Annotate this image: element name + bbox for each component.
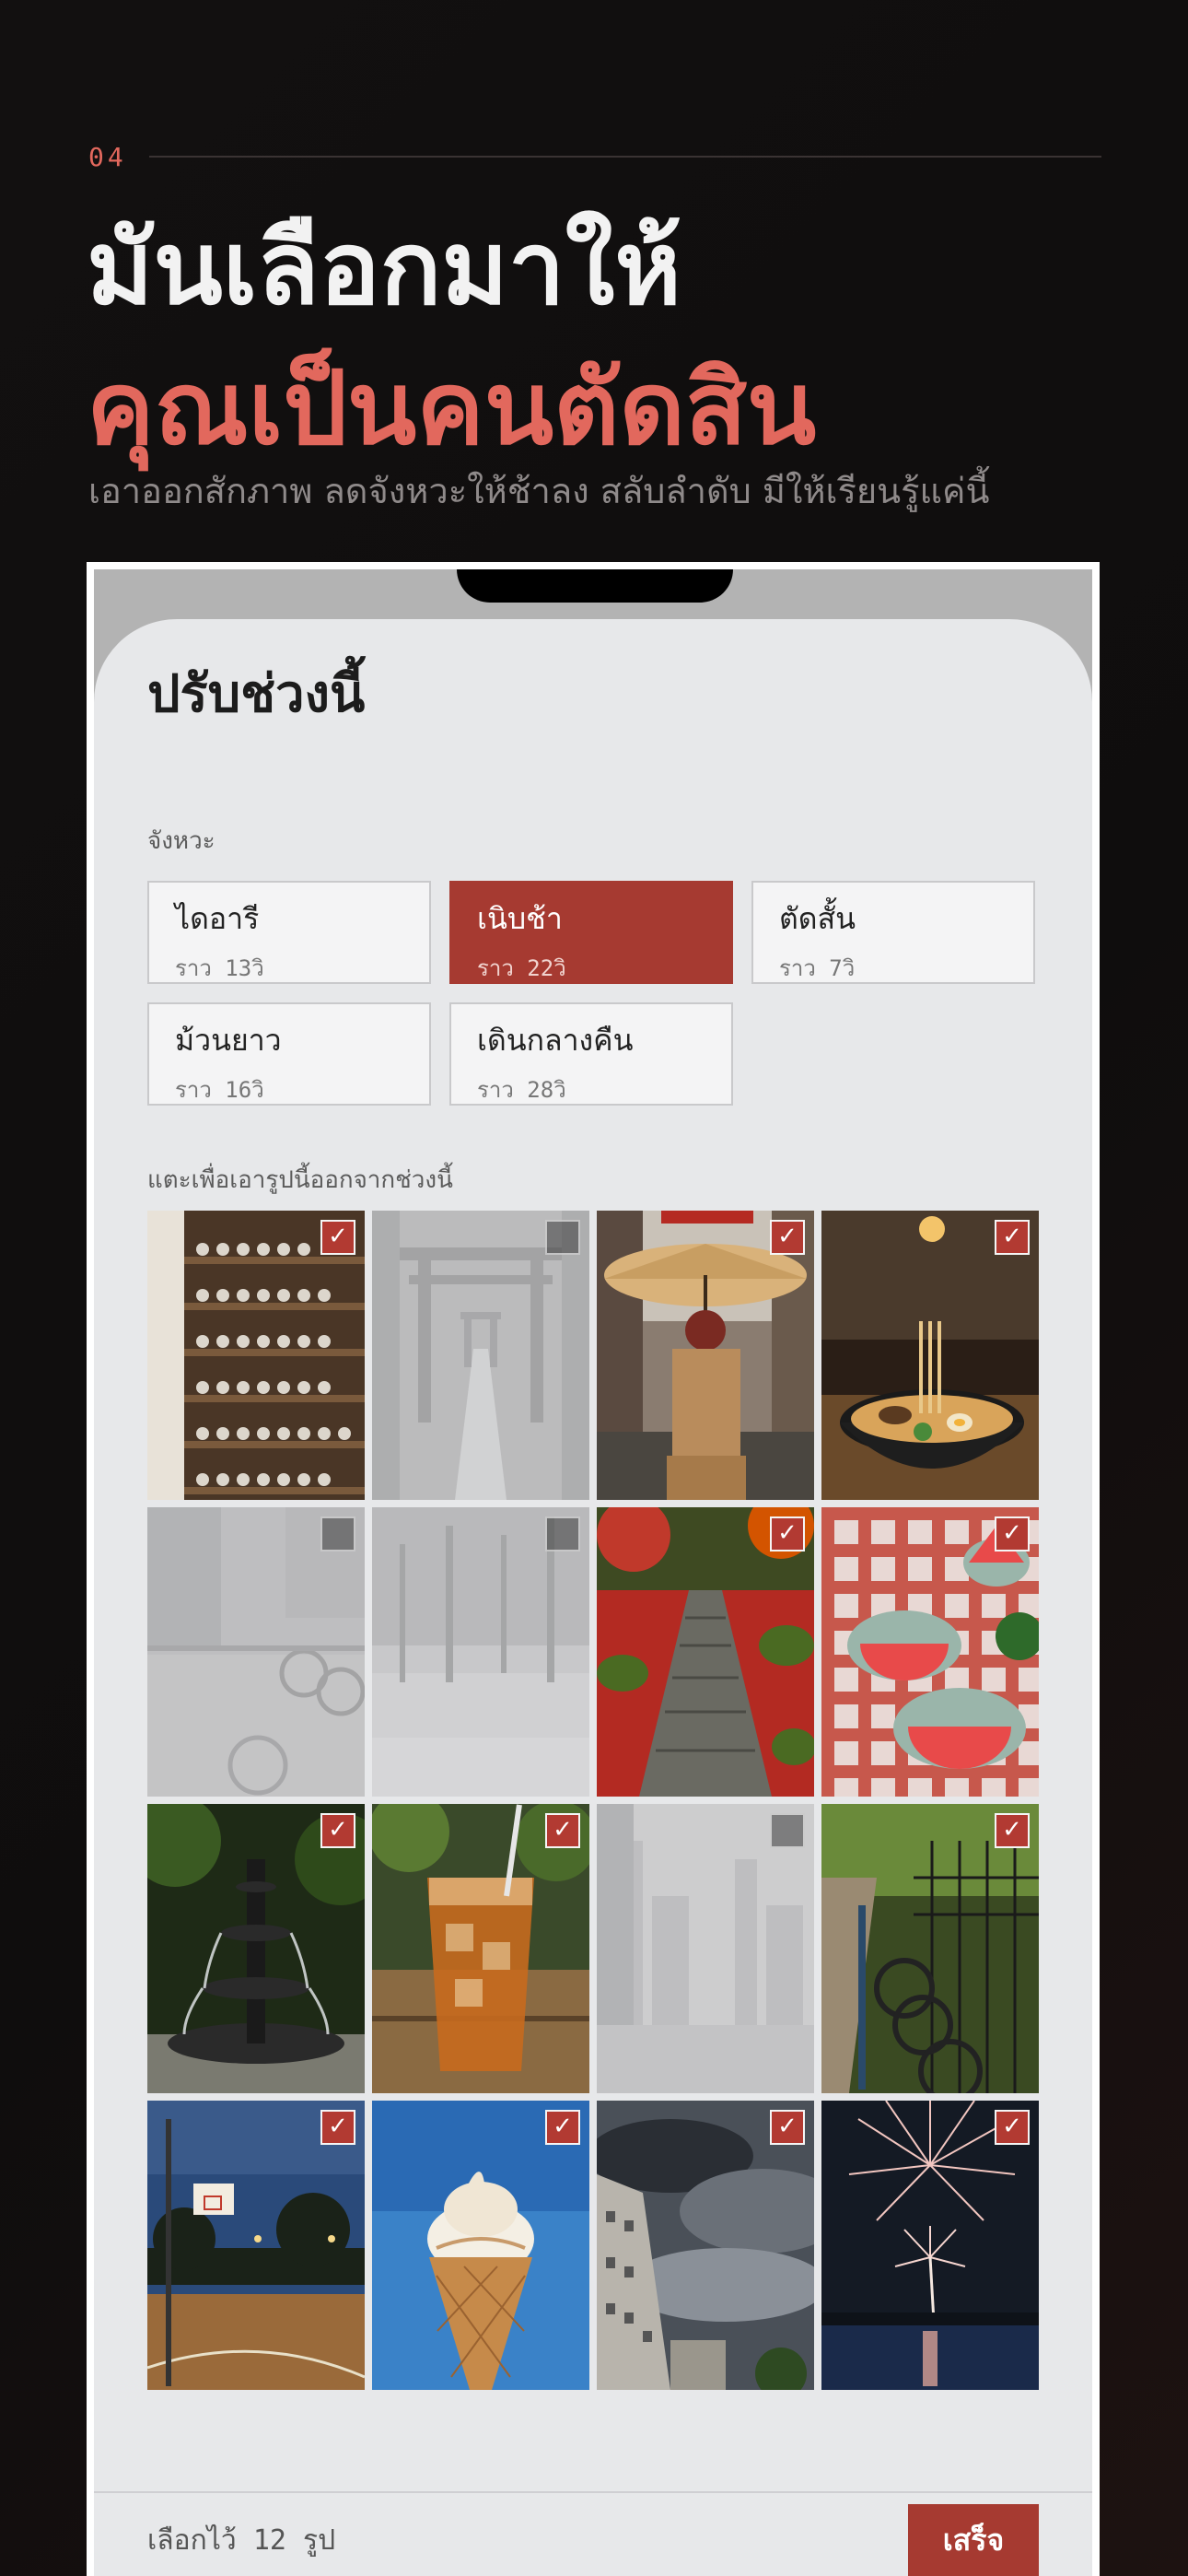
photo-tile-park-trees[interactable]: [372, 1507, 589, 1797]
checkbox-selected-icon[interactable]: ✓: [770, 1220, 805, 1255]
checkbox-selected-icon[interactable]: ✓: [770, 2110, 805, 2145]
tempo-option-long-roll[interactable]: ม้วนยาว ราว 16วิ: [147, 1002, 431, 1106]
tempo-option-duration: ราว 28วิ: [477, 1077, 566, 1103]
photo-tile-ramen-bowl[interactable]: ✓: [821, 1211, 1039, 1500]
footer-divider: [94, 2491, 1092, 2493]
checkbox-selected-icon[interactable]: ✓: [320, 1813, 355, 1848]
tempo-label: จังหวะ: [147, 827, 215, 855]
step-divider: [148, 156, 1101, 158]
hero-title-line-1: มันเลือกมาให้: [87, 209, 681, 327]
step-number: 04: [88, 141, 127, 172]
tempo-option-duration: ราว 13วิ: [175, 955, 264, 981]
tempo-option-night-walk[interactable]: เดินกลางคืน ราว 28วิ: [449, 1002, 733, 1106]
checkbox-selected-icon[interactable]: ✓: [770, 1516, 805, 1551]
checkbox-unselected-icon[interactable]: [770, 1813, 805, 1848]
checkbox-selected-icon[interactable]: ✓: [995, 1220, 1030, 1255]
photo-tile-storm-buildings[interactable]: ✓: [597, 2101, 814, 2390]
checkbox-selected-icon[interactable]: ✓: [320, 2110, 355, 2145]
checkbox-selected-icon[interactable]: ✓: [545, 2110, 580, 2145]
photo-tile-bikes-railing[interactable]: ✓: [821, 1804, 1039, 2093]
photo-tile-iced-tea[interactable]: ✓: [372, 1804, 589, 2093]
photos-label: แตะเพื่อเอารูปนี้ออกจากช่วงนี้: [147, 1166, 453, 1194]
photo-tile-basketball-court[interactable]: ✓: [147, 2101, 365, 2390]
photo-tile-maple-stone-path[interactable]: ✓: [597, 1507, 814, 1797]
step-indicator: 04: [88, 138, 1101, 175]
phone-frame: ปรับช่วงนี้ จังหวะ ไดอารี ราว 13วิ เนิบช…: [87, 562, 1100, 2576]
photo-tile-canal-bicycles[interactable]: [147, 1507, 365, 1797]
photo-tile-umbrella-street[interactable]: ✓: [597, 1211, 814, 1500]
tempo-option-duration: ราว 22วิ: [477, 955, 566, 981]
photo-tile-ice-cream-cone[interactable]: ✓: [372, 2101, 589, 2390]
phone-notch: [457, 569, 733, 603]
checkbox-unselected-icon[interactable]: [320, 1516, 355, 1551]
photo-tile-torii-gate-path[interactable]: [372, 1211, 589, 1500]
checkbox-selected-icon[interactable]: ✓: [995, 1813, 1030, 1848]
tempo-option-slow[interactable]: เนิบช้า ราว 22วิ: [449, 881, 733, 984]
hero-subtitle: เอาออกสักภาพ ลดจังหวะให้ช้าลง สลับลำดับ …: [88, 471, 990, 511]
selected-count: เลือกไว้ 12 รูป: [147, 2524, 336, 2557]
photo-tile-teacup-shelves[interactable]: ✓: [147, 1211, 365, 1500]
photo-tile-foggy-city[interactable]: [597, 1804, 814, 2093]
tempo-option-label: ตัดสั้น: [779, 901, 856, 936]
adjust-sheet: ปรับช่วงนี้ จังหวะ ไดอารี ราว 13วิ เนิบช…: [94, 619, 1092, 2576]
checkbox-selected-icon[interactable]: ✓: [995, 1516, 1030, 1551]
photo-tile-park-fountain[interactable]: ✓: [147, 1804, 365, 2093]
tempo-option-label: เนิบช้า: [477, 901, 563, 936]
tempo-option-label: ม้วนยาว: [175, 1023, 282, 1058]
tempo-option-duration: ราว 7วิ: [779, 955, 856, 981]
checkbox-selected-icon[interactable]: ✓: [995, 2110, 1030, 2145]
photo-tile-fireworks-lake[interactable]: ✓: [821, 2101, 1039, 2390]
checkbox-unselected-icon[interactable]: [545, 1220, 580, 1255]
tempo-option-label: เดินกลางคืน: [477, 1023, 634, 1058]
photo-tile-watermelon-picnic[interactable]: ✓: [821, 1507, 1039, 1797]
tempo-option-short-cut[interactable]: ตัดสั้น ราว 7วิ: [751, 881, 1035, 984]
hero-title-line-2: คุณเป็นคนตัดสิน: [87, 349, 817, 467]
sheet-title: ปรับช่วงนี้: [147, 664, 366, 724]
tempo-option-diary[interactable]: ไดอารี ราว 13วิ: [147, 881, 431, 984]
checkbox-unselected-icon[interactable]: [545, 1516, 580, 1551]
checkbox-selected-icon[interactable]: ✓: [320, 1220, 355, 1255]
tempo-option-label: ไดอารี: [175, 901, 260, 936]
tempo-option-duration: ราว 16วิ: [175, 1077, 264, 1103]
done-button[interactable]: เสร็จ: [908, 2504, 1039, 2576]
phone-screen: ปรับช่วงนี้ จังหวะ ไดอารี ราว 13วิ เนิบช…: [94, 569, 1092, 2576]
checkbox-selected-icon[interactable]: ✓: [545, 1813, 580, 1848]
